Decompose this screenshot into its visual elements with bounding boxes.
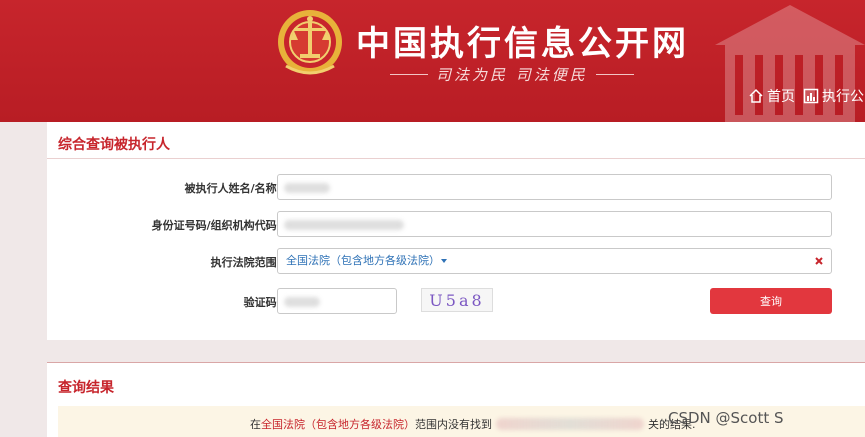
- redacted-value: [284, 220, 404, 230]
- slogan-row: 司法为民 司法便民: [390, 64, 634, 85]
- result-middle: 范围内没有找到: [415, 418, 492, 431]
- csdn-watermark: CSDN @Scott S: [668, 409, 784, 427]
- panel-divider: [47, 158, 865, 159]
- nav-home[interactable]: 首页: [748, 86, 795, 106]
- slogan-text: 司法为民 司法便民: [436, 66, 588, 84]
- id-row: 身份证号码/组织机构代码:: [47, 211, 865, 237]
- site-title: 中国执行信息公开网: [356, 24, 689, 64]
- id-label: 身份证号码/组织机构代码:: [151, 219, 281, 232]
- court-row: 执行法院范围: 全国法院（包含地方各级法院）: [47, 248, 865, 274]
- court-emblem-icon: [278, 10, 342, 75]
- court-label: 执行法院范围:: [210, 256, 281, 269]
- nav-execution-label: 执行公: [822, 89, 864, 105]
- captcha-label: 验证码:: [243, 296, 281, 309]
- top-nav: 首页 执行公: [748, 86, 864, 106]
- chart-icon: [803, 88, 819, 104]
- result-court-scope: 全国法院（包含地方各级法院）: [261, 418, 415, 431]
- name-row: 被执行人姓名/名称:: [47, 174, 865, 200]
- nav-home-label: 首页: [767, 89, 795, 105]
- captcha-text: U5a8: [429, 290, 485, 310]
- slogan-divider: [595, 74, 634, 75]
- site-banner: 中国执行信息公开网 司法为民 司法便民 首页 执行公: [0, 0, 865, 122]
- id-input[interactable]: [277, 211, 832, 237]
- query-panel-title: 综合查询被执行人: [58, 137, 170, 153]
- result-prefix: 在: [250, 418, 261, 431]
- name-input[interactable]: [277, 174, 832, 200]
- name-label: 被执行人姓名/名称:: [184, 182, 281, 195]
- result-panel-title: 查询结果: [58, 380, 114, 396]
- query-panel: 综合查询被执行人 被执行人姓名/名称: 身份证号码/组织机构代码: 执行法院范围…: [47, 122, 865, 340]
- redacted-name: [496, 418, 644, 430]
- captcha-row: 验证码: U5a8 查询: [47, 288, 865, 318]
- search-button[interactable]: 查询: [710, 288, 832, 314]
- redacted-value: [284, 183, 330, 193]
- court-select[interactable]: 全国法院（包含地方各级法院）: [277, 248, 832, 274]
- clear-x-icon[interactable]: [813, 255, 825, 267]
- slogan-divider: [390, 74, 428, 75]
- home-icon: [749, 88, 763, 103]
- captcha-image[interactable]: U5a8: [421, 288, 493, 312]
- nav-execution-info[interactable]: 执行公: [803, 86, 864, 106]
- court-selected-value: 全国法院（包含地方各级法院）: [286, 254, 440, 267]
- caret-down-icon: [441, 259, 447, 263]
- redacted-value: [284, 297, 320, 307]
- captcha-input[interactable]: [277, 288, 397, 314]
